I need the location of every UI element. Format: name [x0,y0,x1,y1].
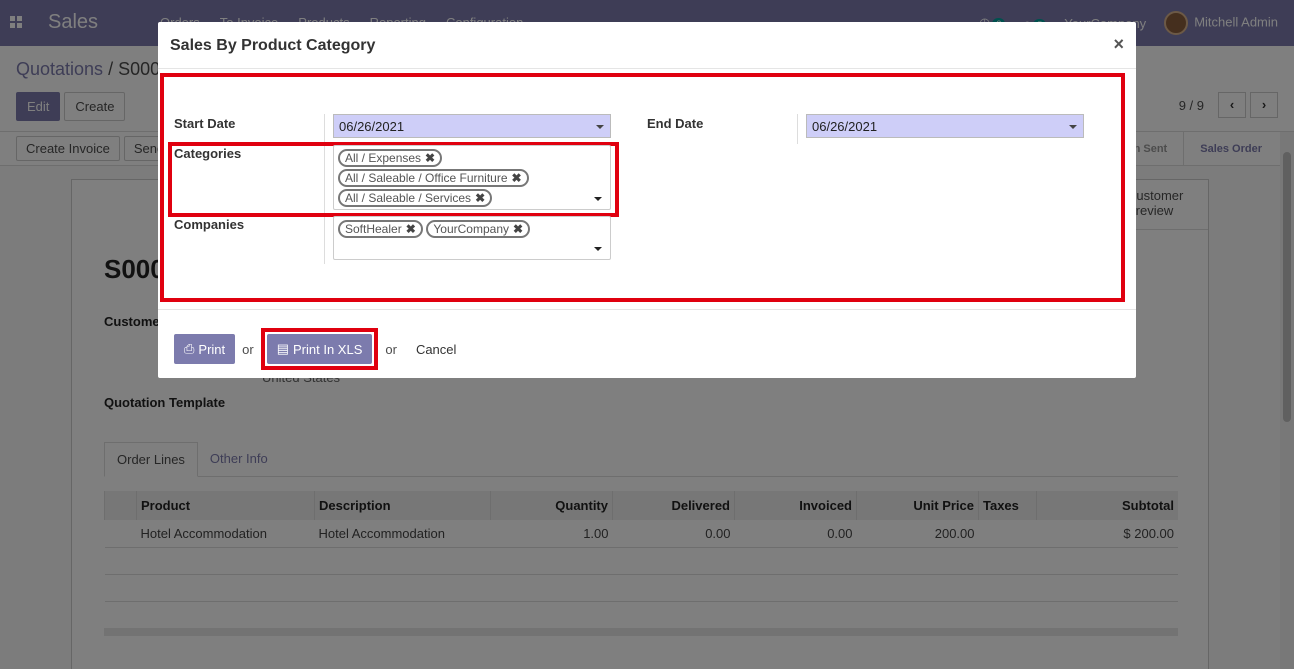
dialog-footer: ⎙ Print or ▤ Print In XLS or Cancel [158,309,1136,378]
dialog-title: Sales By Product Category [170,37,376,54]
chevron-down-icon[interactable] [594,197,602,201]
or-text: or [242,341,254,357]
file-excel-icon: ▤ [276,341,289,356]
remove-tag-icon[interactable]: ✖ [406,222,416,236]
companies-label: Companies [174,217,245,232]
remove-tag-icon[interactable]: ✖ [475,191,485,205]
cancel-button[interactable]: Cancel [404,336,468,363]
dialog-header: Sales By Product Category × [158,22,1136,69]
start-date-value: 06/26/2021 [339,119,405,134]
category-tag: All / Saleable / Services ✖ [338,189,493,207]
chevron-down-icon[interactable] [594,247,602,251]
category-tag: All / Expenses ✖ [338,149,443,167]
chevron-down-icon[interactable] [596,125,604,129]
print-label: Print [198,341,226,357]
categories-field[interactable]: All / Expenses ✖ All / Saleable / Office … [333,145,611,210]
print-xls-button[interactable]: ▤ Print In XLS [266,334,373,364]
remove-tag-icon[interactable]: ✖ [425,151,435,165]
print-xls-highlight-frame: ▤ Print In XLS [260,328,379,370]
label-divider [797,114,798,144]
remove-tag-icon[interactable]: ✖ [512,171,522,185]
end-date-label: End Date [647,116,704,131]
close-icon[interactable]: × [1113,34,1124,55]
company-tag: YourCompany ✖ [426,220,531,238]
dialog-actions: ⎙ Print or ▤ Print In XLS or Cancel [174,328,468,370]
start-date-field[interactable]: 06/26/2021 [333,114,611,138]
sales-by-category-dialog: Sales By Product Category × Start Date 0… [158,22,1136,378]
category-tag: All / Saleable / Office Furniture ✖ [338,169,529,187]
print-button[interactable]: ⎙ Print [174,334,236,364]
company-tag: SoftHealer ✖ [338,220,423,238]
chevron-down-icon[interactable] [1069,125,1077,129]
categories-label: Categories [174,146,242,161]
end-date-value: 06/26/2021 [812,119,878,134]
end-date-field[interactable]: 06/26/2021 [806,114,1084,138]
start-date-label: Start Date [174,116,236,131]
companies-field[interactable]: SoftHealer ✖ YourCompany ✖ [333,216,611,260]
or-text: or [385,341,397,357]
print-xls-label: Print In XLS [293,341,363,357]
remove-tag-icon[interactable]: ✖ [513,222,523,236]
printer-icon: ⎙ [184,341,195,356]
